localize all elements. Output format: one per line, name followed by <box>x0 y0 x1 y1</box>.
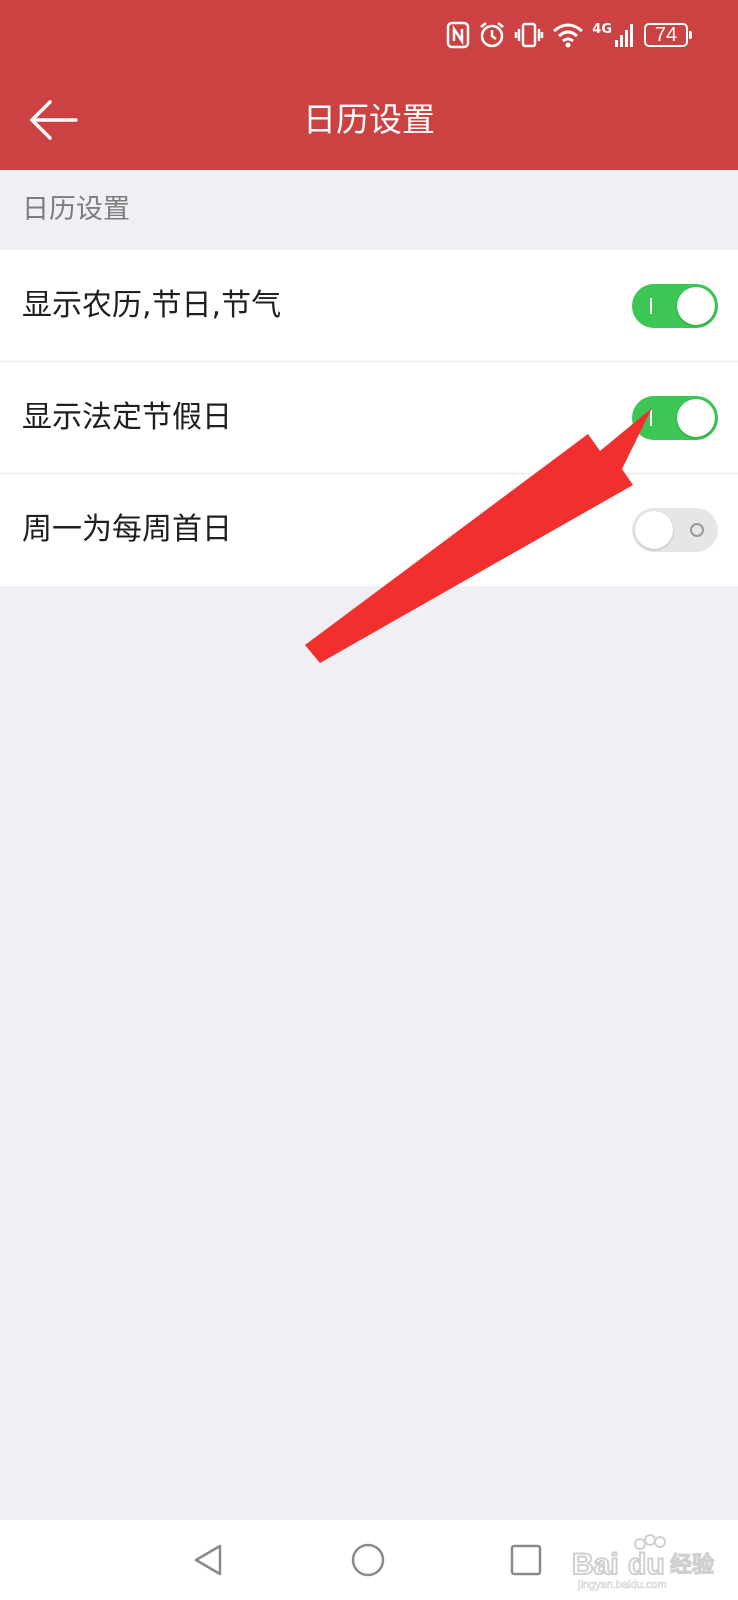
svg-text:du: du <box>628 1548 665 1581</box>
baidu-paw-icon: Bai du 经验 jingyan.baidu.com <box>571 1534 715 1591</box>
back-triangle-icon <box>194 1544 222 1576</box>
vibrate-icon <box>515 22 544 48</box>
system-nav-bar: Bai du 经验 jingyan.baidu.com <box>0 1520 738 1600</box>
settings-list: 显示农历,节日,节气 显示法定节假日 周一为每周首日 <box>0 250 738 586</box>
setting-label: 显示法定节假日 <box>22 400 232 435</box>
setting-label: 周一为每周首日 <box>22 512 232 547</box>
section-header: 日历设置 <box>22 194 130 225</box>
recents-square-icon <box>510 1544 542 1576</box>
status-icons: 4G 74 <box>446 18 692 52</box>
toggle-knob <box>677 287 715 325</box>
toggle-off-mark <box>690 523 704 537</box>
toggle-on-mark <box>650 410 652 426</box>
home-circle-icon <box>351 1543 385 1577</box>
battery-icon: 74 <box>644 23 692 47</box>
battery-level: 74 <box>654 23 678 46</box>
setting-label: 显示农历,节日,节气 <box>22 288 282 323</box>
svg-text:Bai: Bai <box>572 1548 619 1581</box>
baidu-watermark: Bai du 经验 jingyan.baidu.com <box>570 1532 720 1592</box>
setting-row-monday-first: 周一为每周首日 <box>0 474 738 586</box>
nav-home-button[interactable] <box>340 1532 396 1588</box>
setting-row-lunar: 显示农历,节日,节气 <box>0 250 738 362</box>
nav-back-button[interactable] <box>182 1532 238 1588</box>
svg-text:经验: 经验 <box>670 1553 714 1578</box>
svg-text:jingyan.baidu.com: jingyan.baidu.com <box>577 1579 667 1591</box>
alarm-icon <box>480 22 505 48</box>
status-bar: 4G 74 <box>0 0 738 70</box>
page-title: 日历设置 <box>303 100 435 139</box>
monday-first-toggle[interactable] <box>632 508 718 552</box>
network-type-label: 4G <box>592 22 612 37</box>
wifi-icon <box>553 23 584 48</box>
nav-recents-button[interactable] <box>498 1532 554 1588</box>
nfc-icon <box>447 21 470 49</box>
toggle-on-mark <box>650 298 652 314</box>
toggle-knob <box>677 399 715 437</box>
toolbar: 日历设置 <box>0 70 738 170</box>
setting-row-holidays: 显示法定节假日 <box>0 362 738 474</box>
toggle-knob <box>635 511 673 549</box>
signal-4g-icon: 4G <box>592 22 636 48</box>
lunar-festival-toggle[interactable] <box>632 284 718 328</box>
legal-holidays-toggle[interactable] <box>632 396 718 440</box>
